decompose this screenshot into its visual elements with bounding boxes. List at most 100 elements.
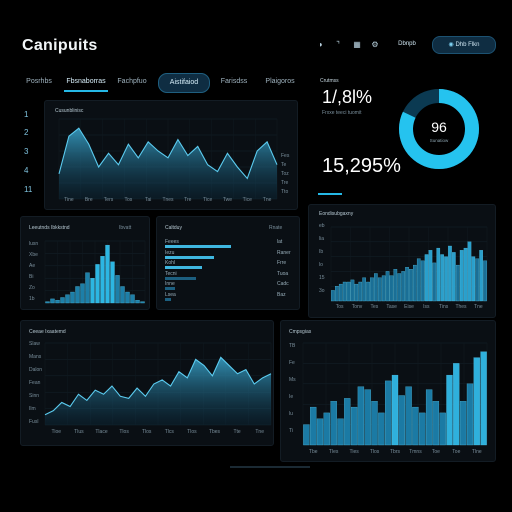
bar [346, 281, 351, 302]
action-button-label: Dhb Flkn [455, 42, 480, 48]
bottom-bars-panel: Cmpsgias TB Fe Ms Ie lu Ti Tbe Tles Ties Tlos Tbr… [280, 320, 496, 462]
bottom-area-panel: Ceeae Ixaatemd Slaw Mans Dalon Fean Sinn Ilm F… [20, 320, 274, 446]
bar [310, 406, 317, 446]
tab-reports[interactable]: Farisdss [212, 73, 256, 91]
main-area-chart [58, 118, 278, 200]
scrollbar[interactable] [230, 466, 310, 468]
settings-icon[interactable]: ⚙ [370, 40, 380, 50]
axis-tick-label: Tne [474, 304, 483, 310]
tab-plans[interactable]: Plaigoros [258, 73, 302, 91]
bar [391, 374, 399, 446]
axis-tick-label: Ti [289, 428, 293, 434]
hbar [165, 287, 176, 290]
axis-tick-label: Toe [431, 449, 440, 455]
grid-icon[interactable]: ▦ [352, 40, 362, 50]
bar [419, 412, 426, 446]
tab-analytics[interactable]: Aistifaiod [158, 73, 210, 93]
bar [135, 300, 140, 304]
tab-flow[interactable]: Fachpfuo [110, 73, 154, 91]
donut-sub: Sunatiow [430, 138, 449, 143]
bar [362, 277, 366, 302]
right-bars-x-axis: Tos Tonv Tes Tase Eise Iss Tins Thes Tne [331, 304, 487, 312]
axis-tick-label: Tto [281, 189, 289, 195]
bar [120, 286, 125, 304]
histogram-chart [44, 240, 146, 304]
bar [105, 244, 110, 304]
bar [397, 273, 402, 302]
histogram-panel: Leeutnds Ibkkstnd Ibvatt lusn Xbe Ae Bi Zo 1b [20, 216, 150, 310]
action-button[interactable]: ◉ Dhb Flkn [432, 36, 496, 54]
axis-tick-label: Twe [222, 197, 233, 203]
bar [446, 374, 453, 446]
bar [342, 281, 347, 302]
bar [344, 398, 351, 446]
bar [453, 363, 460, 446]
bar [420, 260, 425, 302]
bar [424, 254, 429, 302]
bar [473, 357, 480, 446]
axis-tick-label: Tre [184, 197, 192, 203]
hbars-chart: Feees lat Iezu Raner Kohl Frre Tecni Tuoa Inne Ca… [165, 239, 293, 305]
histogram-title: Leeutnds Ibkkstnd [29, 225, 70, 231]
shield-icon[interactable]: ◑ [315, 40, 325, 50]
axis-tick-label: Tlos [119, 429, 129, 435]
axis-tick-label: Tne [262, 197, 272, 203]
bar [401, 271, 405, 302]
app-title: Canipuits [22, 37, 98, 54]
axis-tick-label: Tbrs [390, 449, 400, 455]
bar [50, 298, 55, 304]
bar [323, 412, 330, 446]
axis-tick-label: Slaw [29, 341, 40, 347]
side-number: 2 [24, 128, 29, 137]
hbar [165, 245, 231, 248]
bar [331, 290, 335, 302]
axis-tick-label: 1b [29, 296, 35, 302]
axis-tick-label: Fes [281, 153, 290, 159]
axis-tick-label: Tes [370, 304, 379, 310]
tab-performance[interactable]: Fbsnaborras [62, 73, 110, 91]
tab-underline [64, 90, 108, 92]
bar [467, 241, 472, 302]
menu-button-label: Dbnpb [398, 41, 416, 47]
axis-tick-label: Ib [319, 249, 324, 255]
axis-tick-label: Tnes [162, 197, 174, 203]
bar [366, 281, 370, 302]
axis-tick-label: Tlus [74, 429, 84, 435]
bar [335, 286, 339, 302]
axis-tick-label: 15 [319, 275, 325, 281]
axis-tick-label: lu [289, 411, 293, 417]
bar [110, 261, 115, 304]
axis-tick-label: eb [319, 223, 325, 229]
hbar [165, 266, 203, 269]
bar [483, 260, 487, 302]
bar [100, 256, 105, 304]
axis-tick-label: Xbe [29, 252, 38, 258]
bar [459, 250, 464, 302]
stat-divider [318, 193, 342, 195]
axis-tick-label: Tioe [51, 429, 62, 435]
bar [412, 406, 419, 446]
axis-tick-label: Tonv [351, 304, 363, 310]
bar [371, 401, 378, 446]
axis-tick-label: Bre [84, 197, 93, 203]
axis-tick-label: Mans [29, 354, 42, 360]
bar [405, 386, 412, 446]
bottom-bars-title: Cmpsgias [289, 329, 312, 335]
axis-tick-label: Tice [202, 197, 213, 203]
chat-icon: ◉ [448, 42, 454, 48]
axis-tick-label: Eise [404, 304, 414, 310]
bar [316, 418, 324, 446]
bar [466, 383, 474, 446]
hbar [165, 255, 215, 259]
bar [425, 389, 433, 446]
tab-overview[interactable]: Posrhbs [18, 73, 60, 91]
axis-tick-label: Ie [289, 394, 294, 400]
menu-button[interactable]: Dbnpb [390, 36, 424, 52]
axis-tick-label: Dalon [29, 367, 43, 373]
right-bars-title: Eondisubgaxny [319, 211, 354, 217]
bar [370, 277, 374, 302]
axis-tick-label: Tase [386, 304, 397, 310]
bar [80, 283, 85, 304]
moon-icon[interactable]: ⌝ [333, 40, 343, 50]
stat-primary: 1/,8l% [322, 87, 373, 107]
